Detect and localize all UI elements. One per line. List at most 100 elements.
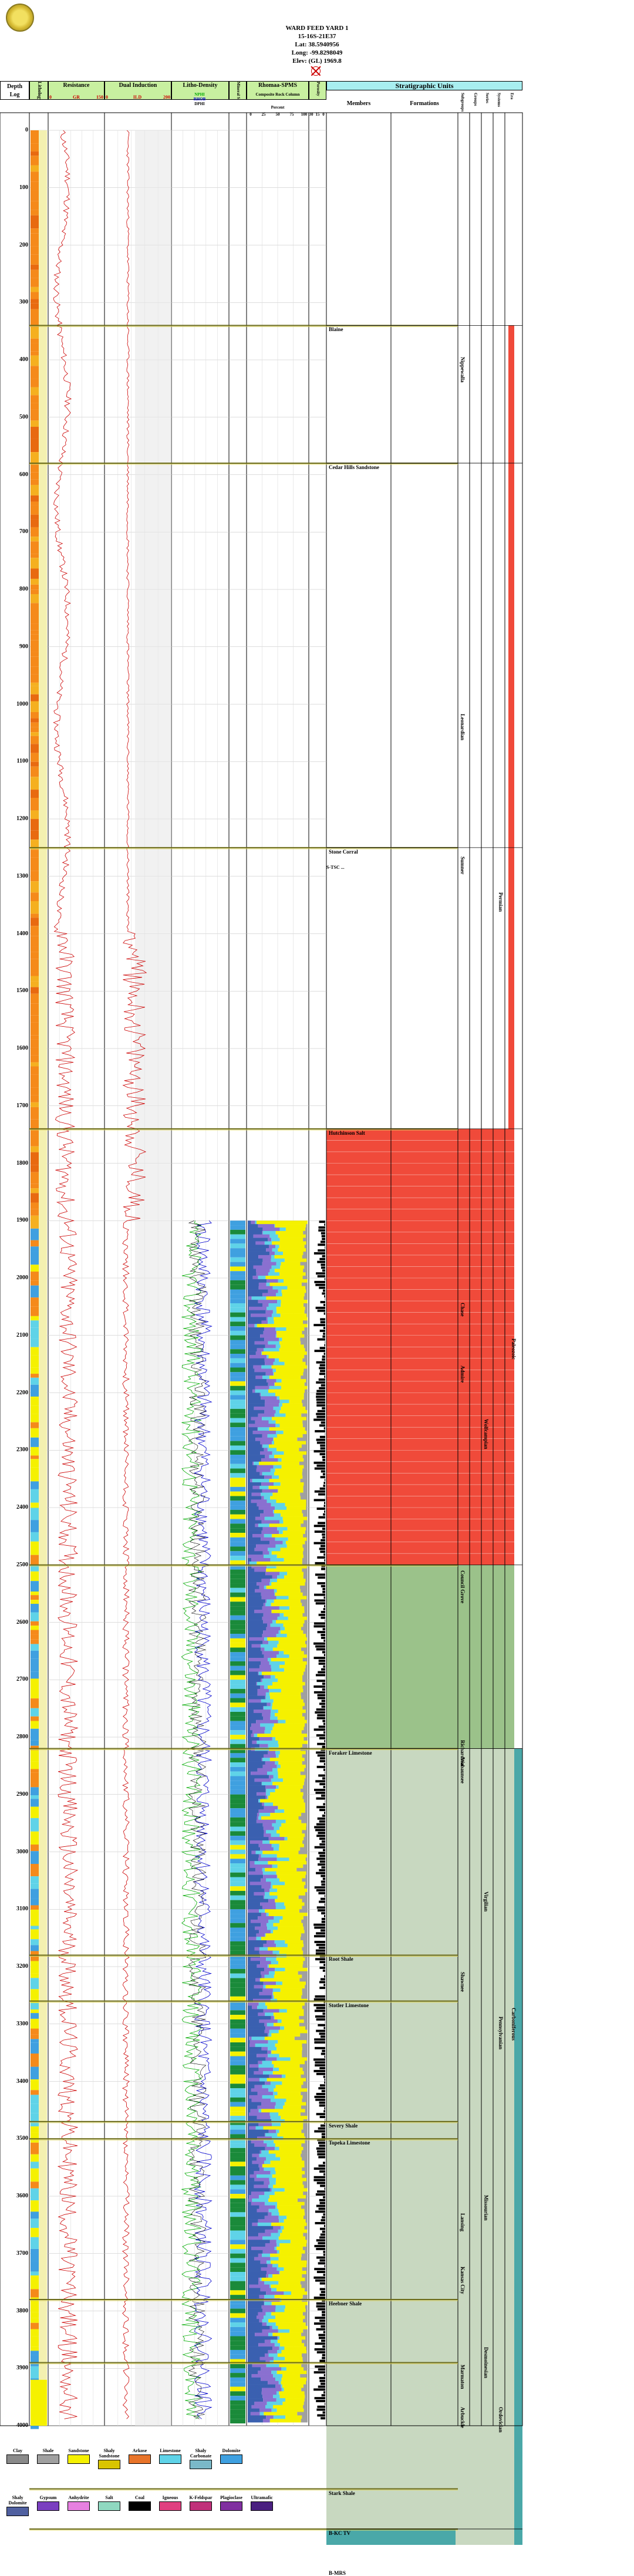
depth-label: 1800 [5,1160,28,1166]
rhomaa-segment [284,2027,305,2030]
strat-vertical-label: Missourian [483,2195,489,2221]
rhomaa-segment [306,1272,308,1276]
lithology-block [31,541,39,554]
rhomaa-segment [248,2350,268,2354]
mineral-solids-block [230,1570,245,1574]
lithology-block [31,1048,39,1056]
rhomaa-segment [307,2260,308,2264]
lithology-block [31,537,39,541]
rhomaa-segment [284,2346,306,2350]
rhomaa-segment [248,2019,259,2023]
lithology-block [31,1147,39,1152]
porosity-bar [316,2409,325,2411]
rhomaa-segment [302,1283,308,1286]
rhomaa-segment [278,1235,306,1238]
rhomaa-segment [279,2216,287,2219]
rhomaa-segment [284,2291,291,2295]
rhomaa-segment [269,1892,305,1896]
lithology-block [31,1769,39,1772]
rhomaa-segment [303,1551,308,1555]
rhomaa-segment [289,2329,303,2333]
rhomaa-segment [248,2154,252,2157]
rhomaa-segment [258,2343,275,2346]
porosity-bar [317,1906,325,1909]
rhomaa-segment [305,1390,308,1393]
rhomaa-segment [248,1417,251,1421]
rhomaa-segment [303,1458,308,1462]
mineral-solids-block [230,2038,245,2042]
lithology-block [31,190,39,201]
rhomaa-segment [271,2339,278,2343]
depth-note: S-TSC ... [326,865,345,870]
rhomaa-segment [302,2267,308,2271]
rhomaa-segment [248,2309,262,2312]
rhomaa-segment [265,1403,279,1407]
porosity-bar [321,1585,325,1587]
rhomaa-segment [288,1837,304,1840]
rhomaa-segment [273,1802,305,1806]
rhomaa-segment [259,2167,264,2171]
rhomaa-segment [252,1644,261,1648]
rhomaa-segment [250,1479,252,1482]
mineral-solids-block [230,1556,245,1560]
rhomaa-segment [269,1775,273,1779]
lithology-block [31,130,39,139]
mineral-solids-block [230,1694,245,1698]
porosity-bar [323,1970,325,1972]
rhomaa-segment [303,1623,308,1627]
rhomaa-segment [257,1582,269,1586]
rhomaa-segment [252,2160,264,2164]
lithology-block [31,309,39,318]
lithology-block [31,1378,39,1385]
mineral-solids-block [230,2272,245,2277]
rhomaa-segment [299,1909,308,1913]
rhomaa-segment [248,2012,258,2016]
rhomaa-segment [269,1582,271,1586]
rhomaa-segment [248,1228,263,1231]
lithology-block [31,2261,39,2271]
rhomaa-segment [262,2309,275,2312]
porosity-bar [314,1623,325,1625]
rhomaa-segment [248,1672,258,1675]
rhomaa-segment [301,2257,308,2261]
rhomaa-segment [285,1968,308,1971]
porosity-bar [317,2150,325,2153]
depth-label: 3900 [5,2365,28,2371]
rhomaa-segment [248,2109,251,2112]
rhomaa-segment [264,1648,272,1651]
rhomaa-segment [249,1872,263,1875]
rhomaa-segment [284,2219,306,2223]
porosity-bar [315,1886,325,1889]
rhomaa-segment [250,2040,268,2044]
rhomaa-segment [305,2336,308,2340]
rhomaa-segment [248,1513,260,1517]
rhomaa-segment [274,2140,305,2143]
rhomaa-segment [302,1472,308,1475]
rhomaa-segment [264,2412,297,2416]
legend-swatch [98,2460,120,2469]
lithology-block [31,936,39,947]
rhomaa-segment [249,1637,264,1641]
mineral-solids-block [230,2019,245,2024]
rhomaa-segment [279,1641,305,1644]
member-label: Stark Shale [329,2490,355,2496]
rhomaa-segment [278,1489,303,1493]
porosity-bar [313,1643,325,1645]
mineral-solids-block [230,1643,245,1648]
rhomaa-segment [272,1727,303,1730]
legend-item: Gypsum [35,2495,61,2511]
rhomaa-segment [278,1927,303,1930]
rhomaa-segment [265,1276,302,1279]
porosity-bar [319,1614,325,1616]
rhomaa-segment [248,1665,259,1668]
rhomaa-segment [254,2171,271,2174]
rhomaa-segment [277,2250,279,2254]
rhomaa-segment [249,1355,267,1358]
mineral-solids-block [230,2212,245,2217]
rhomaa-segment [269,1420,276,1424]
porosity-bar [321,1668,325,1671]
rhomaa-segment [248,1475,264,1479]
lithology-block [31,1864,39,1876]
porosity-bar [317,2182,325,2184]
rhomaa-segment [276,1368,303,1372]
